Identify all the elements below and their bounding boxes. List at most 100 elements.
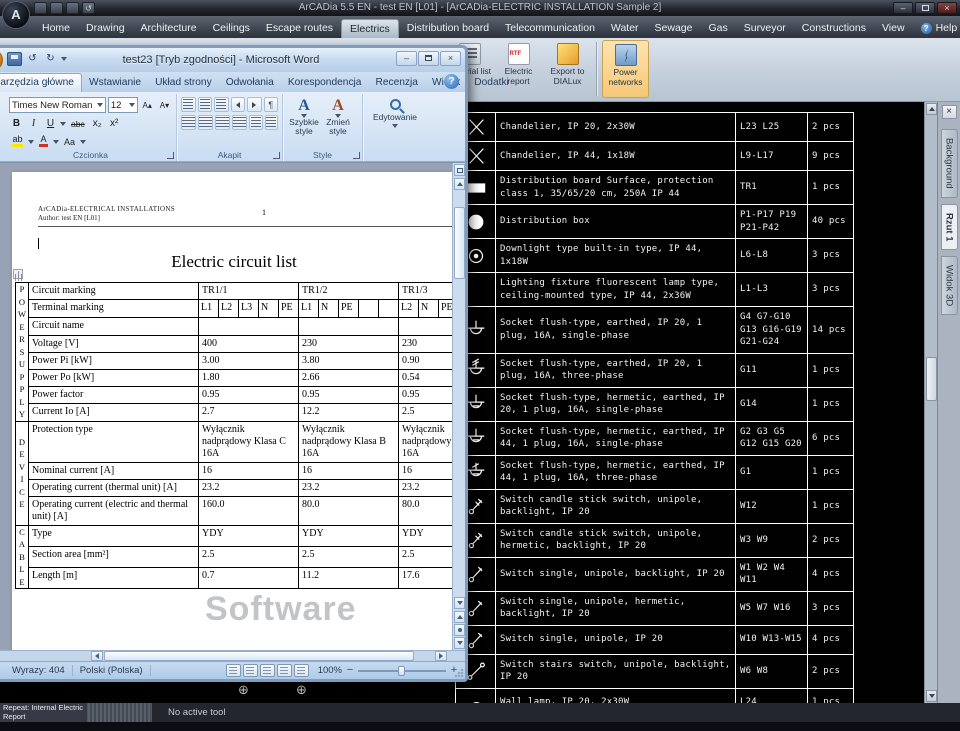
word-horizontal-scrollbar[interactable]	[0, 650, 465, 661]
word-tab-odwołania[interactable]: Odwołania	[219, 74, 281, 92]
tab-help[interactable]: ?Help	[913, 19, 960, 38]
scrollbar-thumb[interactable]	[926, 357, 937, 401]
circuit-table[interactable]: P O W E R S U P P L YCircuit markingTR1/…	[15, 282, 456, 589]
zoom-slider-thumb[interactable]	[398, 666, 405, 676]
resize-grip[interactable]	[454, 668, 464, 678]
multilevel-list-button[interactable]	[214, 97, 229, 112]
align-left-button[interactable]	[181, 115, 196, 130]
change-case-dropdown-icon[interactable]	[80, 140, 86, 144]
view-mode-print-layout-button[interactable]	[226, 664, 241, 677]
panel-close-icon[interactable]: ×	[942, 105, 957, 119]
scroll-right-icon[interactable]	[435, 651, 447, 661]
close-icon[interactable]: ×	[440, 51, 461, 66]
undo-icon[interactable]: ↺	[82, 2, 95, 14]
zoom-out-icon[interactable]: −	[345, 665, 355, 676]
view-tab-widok-3d[interactable]: Widok 3D	[941, 256, 958, 315]
maximize-icon[interactable]	[915, 2, 935, 14]
zoom-level-label[interactable]: 100%	[318, 665, 342, 676]
font-color-button[interactable]: A	[36, 134, 51, 149]
align-right-button[interactable]	[215, 115, 230, 130]
line-spacing-button[interactable]	[249, 115, 263, 130]
tab-surveyor[interactable]: Surveyor	[736, 19, 794, 38]
zoom-slider[interactable]	[358, 670, 446, 672]
align-center-button[interactable]	[198, 115, 213, 130]
document-page[interactable]: ArCADia-ELECTRICAL INSTALLATIONS Author:…	[12, 172, 456, 650]
numbering-button[interactable]	[198, 97, 213, 112]
italic-button[interactable]: I	[26, 116, 41, 131]
tab-drawing[interactable]: Drawing	[78, 19, 133, 38]
table-move-handle-icon[interactable]	[13, 269, 23, 279]
tab-telecommunication[interactable]: Telecommunication	[497, 19, 603, 38]
word-tab-układ-strony[interactable]: Układ strony	[148, 74, 219, 92]
font-dialog-launcher-icon[interactable]	[167, 152, 174, 159]
tab-gas[interactable]: Gas	[701, 19, 736, 38]
tab-view[interactable]: View	[874, 19, 913, 38]
paragraph-dialog-launcher-icon[interactable]	[273, 152, 280, 159]
view-tab-rzut-1[interactable]: Rzut 1	[941, 204, 958, 251]
open-icon[interactable]	[50, 2, 63, 14]
scroll-down-icon[interactable]	[454, 597, 465, 609]
word-titlebar[interactable]: ↺ ↻ test23 [Tryb zgodności] - Microsoft …	[0, 48, 465, 72]
select-browse-object-icon[interactable]	[454, 624, 465, 636]
help-icon[interactable]: ?	[444, 74, 459, 89]
tab-ceilings[interactable]: Ceilings	[205, 19, 258, 38]
underline-dropdown-icon[interactable]	[60, 122, 66, 126]
quick-styles-button[interactable]: A Szybkie style	[287, 96, 321, 136]
word-vertical-scrollbar[interactable]	[452, 163, 465, 650]
subscript-button[interactable]: x₂	[90, 116, 105, 131]
close-icon[interactable]: ×	[937, 2, 957, 14]
tab-electrics[interactable]: Electrics	[341, 19, 399, 38]
pilcrow-button[interactable]: ¶	[264, 97, 279, 112]
word-tab-recenzja[interactable]: Recenzja	[368, 74, 424, 92]
superscript-button[interactable]: x²	[107, 116, 122, 131]
font-color-dropdown-icon[interactable]	[53, 140, 59, 144]
font-name-select[interactable]: Times New Roman	[9, 97, 106, 113]
word-document-area[interactable]: ArCADia-ELECTRICAL INSTALLATIONS Author:…	[0, 162, 465, 650]
word-tab-wstawianie[interactable]: Wstawianie	[82, 74, 148, 92]
bullets-button[interactable]	[181, 97, 196, 112]
previous-page-icon[interactable]	[454, 611, 465, 623]
tab-escape-routes[interactable]: Escape routes	[258, 19, 341, 38]
view-mode-draft-button[interactable]	[294, 664, 309, 677]
view-mode-outline-button[interactable]	[277, 664, 292, 677]
underline-button[interactable]: U	[43, 116, 58, 131]
highlight-color-button[interactable]: ab	[9, 134, 26, 149]
view-tab-background[interactable]: Background	[941, 129, 958, 198]
print-icon[interactable]	[66, 2, 79, 14]
language-label[interactable]: Polski (Polska)	[73, 665, 151, 676]
scroll-up-icon[interactable]	[926, 103, 937, 115]
increase-indent-button[interactable]	[247, 97, 262, 112]
borders-button[interactable]	[265, 115, 279, 130]
cad-vertical-scrollbar[interactable]	[924, 102, 937, 703]
change-case-button[interactable]: Aa	[61, 134, 78, 149]
view-mode-full-screen-reading-button[interactable]	[243, 664, 258, 677]
minimize-icon[interactable]: –	[893, 2, 913, 14]
scroll-down-icon[interactable]	[926, 690, 937, 702]
maximize-icon[interactable]	[418, 51, 439, 66]
scroll-left-icon[interactable]	[91, 651, 103, 661]
tab-distribution-board[interactable]: Distribution board	[399, 19, 497, 38]
tab-home[interactable]: Home	[34, 19, 78, 38]
view-mode-web-layout-button[interactable]	[260, 664, 275, 677]
change-styles-button[interactable]: A Zmień style	[321, 96, 355, 136]
styles-dialog-launcher-icon[interactable]	[353, 152, 360, 159]
minimize-icon[interactable]: –	[396, 51, 417, 66]
tab-constructions[interactable]: Constructions	[794, 19, 874, 38]
scrollbar-thumb[interactable]	[104, 651, 414, 661]
grow-font-button[interactable]: A▴	[140, 98, 155, 113]
strikethrough-button[interactable]: abc	[68, 116, 88, 131]
word-tab-dodatki[interactable]: Dodatki	[467, 74, 516, 92]
word-tab-narzędzia-główne[interactable]: Narzędzia główne	[0, 73, 82, 92]
scrollbar-thumb[interactable]	[454, 207, 465, 279]
save-icon[interactable]	[34, 2, 47, 14]
next-page-icon[interactable]	[454, 637, 465, 649]
font-size-select[interactable]: 12	[108, 97, 138, 113]
repeat-command-button[interactable]: Repeat: Internal Electric Report	[0, 703, 88, 722]
word-count-label[interactable]: Wyrazy: 404	[5, 665, 73, 676]
power-networks-button[interactable]: Power networks	[602, 40, 649, 98]
tab-sewage[interactable]: Sewage	[647, 19, 701, 38]
tab-architecture[interactable]: Architecture	[133, 19, 205, 38]
arcadia-logo-icon[interactable]: A	[2, 1, 30, 29]
word-tab-korespondencja[interactable]: Korespondencja	[281, 74, 369, 92]
decrease-indent-button[interactable]	[231, 97, 246, 112]
